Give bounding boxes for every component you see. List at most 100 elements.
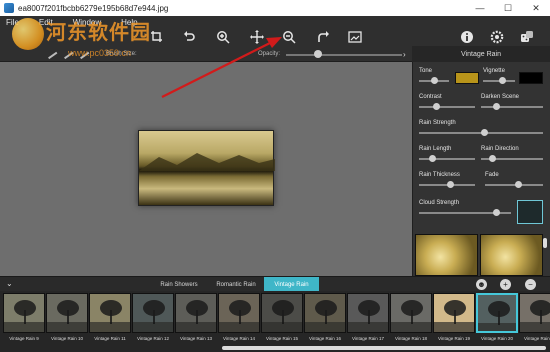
preset-image <box>46 293 88 333</box>
preset-image <box>476 293 518 333</box>
menu-edit[interactable]: Edit <box>39 18 53 27</box>
brush-icon[interactable] <box>44 46 58 60</box>
maximize-button[interactable]: ☐ <box>494 0 522 16</box>
rain-direction-slider-handle[interactable] <box>489 155 496 162</box>
contrast-slider[interactable] <box>419 106 475 108</box>
preset-image <box>304 293 346 333</box>
preset-label: Vintage Rain 17 <box>352 336 384 341</box>
rain-length-slider-handle[interactable] <box>429 155 436 162</box>
app-icon <box>4 3 14 13</box>
opacity-label: Opacity: <box>258 51 281 57</box>
panel-title: Vintage Rain <box>412 46 550 62</box>
undo-icon[interactable] <box>180 28 198 46</box>
preset-thumbnail[interactable]: Vintage Rain 19 <box>432 293 476 345</box>
preset-thumbnail[interactable]: Vintage Rain 14 <box>217 293 261 345</box>
preset-label: Vintage Rain 9 <box>9 336 39 341</box>
app-window: ea8007f201fbcbb6279e195b68d7e944.jpg — ☐… <box>0 0 550 352</box>
zoom-out-icon[interactable] <box>280 28 298 46</box>
preset-label: Vintage Rain 15 <box>266 336 298 341</box>
brush-size-label: Brush Size: <box>106 51 137 57</box>
preset-thumbnail[interactable]: Vintage Rain 20 <box>475 293 519 345</box>
preset-thumbnail[interactable]: Vintage Rain 12 <box>131 293 175 345</box>
preset-label: Vintage Rain 13 <box>180 336 212 341</box>
opacity-slider-handle[interactable] <box>314 50 322 58</box>
rain-direction-label: Rain Direction <box>481 146 519 152</box>
remove-preset-button[interactable]: − <box>525 279 536 290</box>
contrast-slider-handle[interactable] <box>433 103 440 110</box>
preset-label: Vintage Rain 12 <box>137 336 169 341</box>
menu-bar: File Edit Window Help <box>6 18 138 27</box>
info-icon[interactable] <box>458 28 476 46</box>
darken-scene-label: Darken Scene <box>481 94 520 100</box>
close-button[interactable]: ✕ <box>522 0 550 16</box>
fade-slider-handle[interactable] <box>515 181 522 188</box>
menu-window[interactable]: Window <box>73 18 101 27</box>
rain-strength-slider-handle[interactable] <box>481 129 488 136</box>
preset-strip: Vintage Rain 9 Vintage Rain 10 Vintage Rai… <box>0 291 550 352</box>
cloud-texture-thumbnail[interactable] <box>517 200 543 224</box>
preset-thumbnail[interactable]: Vintage Rain 10 <box>45 293 89 345</box>
tone-label: Tone <box>419 68 433 74</box>
rain-thickness-slider-handle[interactable] <box>447 181 454 188</box>
image-canvas[interactable] <box>0 62 412 276</box>
preset-image <box>132 293 174 333</box>
tree-icon <box>348 294 388 332</box>
preset-thumbnail[interactable]: Vintage Rain 18 <box>389 293 433 345</box>
minimize-button[interactable]: — <box>466 0 494 16</box>
cloud-strength-slider-handle[interactable] <box>493 209 500 216</box>
fade-slider[interactable] <box>485 184 543 186</box>
tree-icon <box>391 294 431 332</box>
tree-icon <box>305 294 345 332</box>
preset-image <box>175 293 217 333</box>
face-icon[interactable]: ☻ <box>476 279 487 290</box>
crop-icon[interactable] <box>148 28 166 46</box>
darken-scene-slider[interactable] <box>481 106 543 108</box>
add-preset-button[interactable]: + <box>500 279 511 290</box>
panel-scrollbar[interactable] <box>543 238 547 248</box>
fit-screen-icon[interactable] <box>346 28 364 46</box>
tone-slider-handle[interactable] <box>431 77 438 84</box>
photo-preview <box>138 130 275 206</box>
preset-thumbnail[interactable]: Vintage Rain 11 <box>88 293 132 345</box>
expand-panel-arrow[interactable]: › <box>403 50 406 59</box>
tab-romantic-rain[interactable]: Romantic Rain <box>208 277 264 292</box>
tree-icon <box>219 294 259 332</box>
tree-icon <box>176 294 216 332</box>
preset-scrollbar[interactable] <box>222 346 546 350</box>
collapse-chevron-icon[interactable]: ⌄ <box>6 279 13 288</box>
preset-thumbnail[interactable]: Vintage Rain 21 <box>518 293 550 345</box>
texture-thumb[interactable] <box>415 234 478 276</box>
settings-icon[interactable] <box>488 28 506 46</box>
tab-vintage-rain[interactable]: Vintage Rain <box>264 277 319 292</box>
window-title: ea8007f201fbcbb6279e195b68d7e944.jpg <box>18 3 169 13</box>
window-controls: — ☐ ✕ <box>466 0 550 16</box>
move-icon[interactable] <box>248 28 266 46</box>
tab-rain-showers[interactable]: Rain Showers <box>150 277 208 292</box>
opacity-slider[interactable] <box>286 54 402 56</box>
brush-tools <box>44 46 90 60</box>
menu-help[interactable]: Help <box>121 18 137 27</box>
redo-icon[interactable] <box>314 28 332 46</box>
preset-image <box>390 293 432 333</box>
preset-thumbnail[interactable]: Vintage Rain 15 <box>260 293 304 345</box>
tone-color-swatch[interactable] <box>455 72 479 84</box>
rain-length-slider[interactable] <box>419 158 475 160</box>
eraser-icon[interactable] <box>60 46 74 60</box>
title-bar: ea8007f201fbcbb6279e195b68d7e944.jpg — ☐… <box>0 0 550 16</box>
preset-thumbnail[interactable]: Vintage Rain 9 <box>2 293 46 345</box>
preset-image <box>433 293 475 333</box>
brush-small-icon[interactable] <box>76 46 90 60</box>
darken-scene-slider-handle[interactable] <box>493 103 500 110</box>
preset-image <box>3 293 45 333</box>
preset-thumbnail[interactable]: Vintage Rain 16 <box>303 293 347 345</box>
zoom-in-icon[interactable] <box>214 28 232 46</box>
texture-thumb[interactable] <box>480 234 543 276</box>
brush-options-bar: Brush Size: Opacity: <box>0 46 412 62</box>
vignette-color-swatch[interactable] <box>519 72 543 84</box>
menu-file[interactable]: File <box>6 18 19 27</box>
random-icon[interactable] <box>518 28 536 46</box>
preset-thumbnail[interactable]: Vintage Rain 13 <box>174 293 218 345</box>
preset-thumbnail[interactable]: Vintage Rain 17 <box>346 293 390 345</box>
preset-label: Vintage Rain 11 <box>94 336 126 341</box>
vignette-slider-handle[interactable] <box>499 77 506 84</box>
